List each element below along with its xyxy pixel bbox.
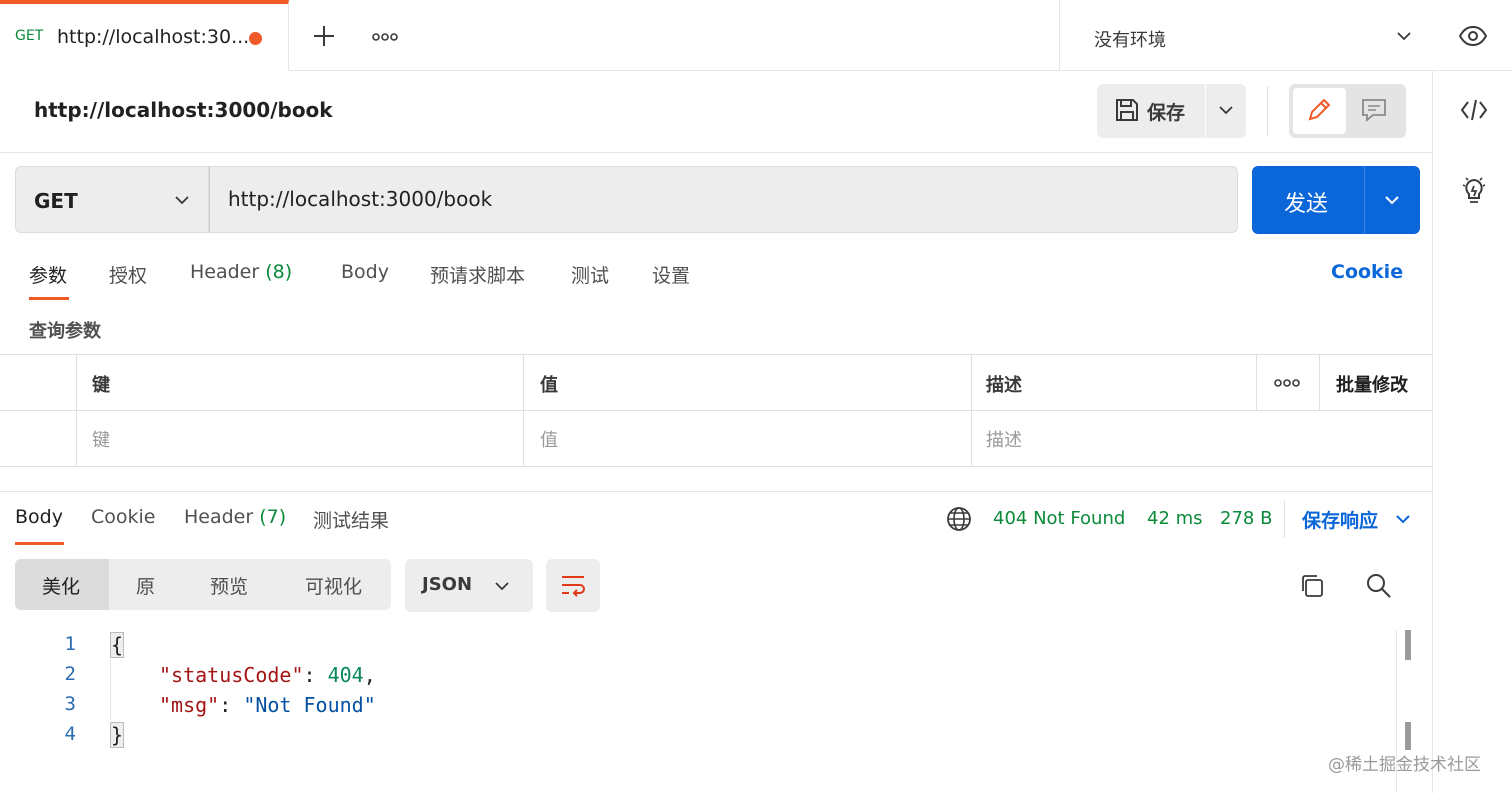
tab-settings[interactable]: 设置: [652, 261, 690, 288]
environment-label: 没有环境: [1094, 30, 1166, 51]
table-column-divider: [971, 355, 972, 466]
save-response-button[interactable]: 保存响应: [1302, 506, 1378, 533]
more-tabs-icon[interactable]: [372, 30, 398, 44]
save-disk-icon: [1114, 97, 1140, 123]
more-options-icon[interactable]: [1274, 377, 1300, 389]
divider: [1364, 166, 1365, 234]
tab-tests[interactable]: 测试: [571, 261, 609, 288]
active-tab-indicator: [15, 542, 64, 545]
request-name[interactable]: http://localhost:3000/book: [34, 98, 333, 122]
tab-title[interactable]: http://localhost:30...: [57, 26, 249, 48]
view-raw-button[interactable]: 原: [136, 572, 155, 599]
search-icon[interactable]: [1366, 573, 1392, 599]
code-line[interactable]: {: [110, 632, 125, 658]
divider: [1284, 500, 1285, 538]
chevron-down-icon: [1218, 104, 1234, 116]
line-number: 4: [64, 723, 76, 745]
table-column-divider: [1319, 355, 1320, 410]
tab-body[interactable]: Body: [341, 261, 389, 283]
code-line[interactable]: "msg": "Not Found": [159, 693, 376, 717]
wrap-lines-icon: [560, 573, 586, 599]
url-input-value[interactable]: http://localhost:3000/book: [228, 187, 492, 211]
method-label: GET: [34, 189, 78, 213]
eye-icon[interactable]: [1458, 24, 1488, 48]
response-divider[interactable]: [0, 491, 1432, 492]
cookies-link[interactable]: Cookie: [1331, 261, 1403, 283]
chevron-down-icon[interactable]: [1384, 194, 1400, 206]
tab-pre-request-script[interactable]: 预请求脚本: [430, 261, 525, 288]
code-icon[interactable]: [1460, 97, 1488, 123]
lightbulb-icon[interactable]: [1460, 175, 1488, 207]
watermark: @稀土掘金技术社区: [1328, 755, 1481, 775]
table-column-divider: [1256, 355, 1257, 410]
chevron-down-icon[interactable]: [1395, 513, 1411, 525]
response-time[interactable]: 42 ms: [1147, 508, 1203, 529]
tab-params[interactable]: 参数: [29, 261, 67, 288]
description-input[interactable]: 描述: [986, 426, 1022, 452]
send-button-label: 发送: [1284, 192, 1329, 217]
copy-icon[interactable]: [1299, 573, 1325, 599]
table-column-divider: [76, 355, 77, 466]
indent-guide: [110, 660, 111, 720]
response-tab-body[interactable]: Body: [15, 506, 63, 528]
new-tab-plus-icon[interactable]: [312, 24, 336, 48]
response-tab-cookies[interactable]: Cookie: [91, 506, 156, 528]
format-label: JSON: [422, 574, 473, 595]
comment-icon[interactable]: [1361, 98, 1387, 122]
response-tab-test-results[interactable]: 测试结果: [313, 506, 389, 533]
scrollbar-marker: [1405, 722, 1411, 750]
column-header-description: 描述: [986, 375, 1022, 396]
column-header-value: 值: [540, 375, 558, 396]
query-params-heading: 查询参数: [29, 321, 101, 342]
view-pretty-button[interactable]: 美化: [42, 572, 80, 599]
divider: [0, 152, 1432, 153]
line-number: 3: [64, 693, 76, 715]
chevron-down-icon: [174, 194, 190, 206]
tab-headers[interactable]: Header (8): [190, 261, 292, 283]
chevron-down-icon[interactable]: [1396, 30, 1412, 42]
scrollbar-thumb[interactable]: [1405, 630, 1411, 660]
tab-auth[interactable]: 授权: [109, 261, 147, 288]
view-visualize-button[interactable]: 可视化: [305, 572, 362, 599]
response-size[interactable]: 278 B: [1220, 508, 1272, 529]
table-column-divider: [523, 355, 524, 466]
line-number: 2: [64, 663, 76, 685]
unsaved-indicator-icon: [249, 32, 262, 45]
divider: [1267, 86, 1268, 136]
pencil-icon: [1306, 97, 1332, 123]
globe-icon[interactable]: [946, 506, 972, 532]
tab-method-label: GET: [15, 28, 44, 44]
bulk-edit-button[interactable]: 批量修改: [1336, 371, 1408, 397]
table-row-divider: [0, 410, 1432, 411]
chevron-down-icon: [494, 580, 510, 592]
value-input[interactable]: 值: [540, 426, 558, 452]
save-button-label: 保存: [1147, 102, 1186, 124]
status-code[interactable]: 404 Not Found: [993, 508, 1125, 529]
view-preview-button[interactable]: 预览: [210, 572, 248, 599]
key-input[interactable]: 键: [92, 426, 110, 452]
active-tab-indicator: [29, 297, 69, 300]
column-header-key: 键: [92, 375, 110, 396]
code-line[interactable]: }: [110, 722, 125, 748]
code-line[interactable]: "statusCode": 404,: [159, 663, 376, 687]
response-tab-headers[interactable]: Header (7): [184, 506, 286, 528]
line-number: 1: [64, 633, 76, 655]
